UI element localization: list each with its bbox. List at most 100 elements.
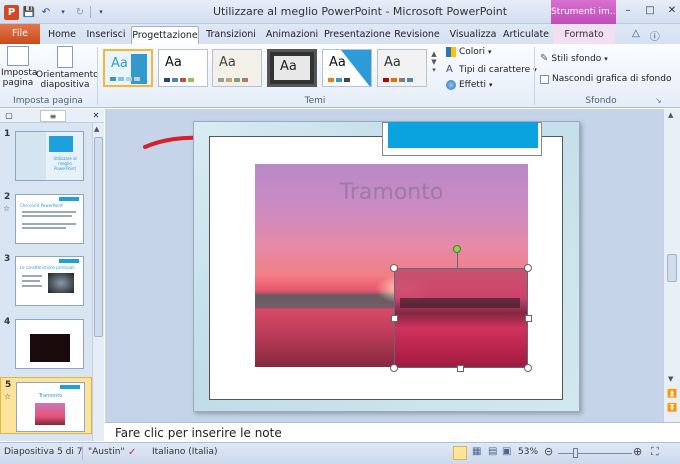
help-icon[interactable]: ⓘ	[650, 28, 660, 43]
zoom-level[interactable]: 53%	[518, 447, 538, 457]
tab-presentazione[interactable]: Presentazione	[324, 26, 391, 44]
group-separator	[534, 47, 535, 105]
close-icon[interactable]: ✕	[662, 2, 680, 18]
tab-file[interactable]: File	[0, 24, 40, 44]
theme-gallery-scroll[interactable]: ▲ ▼ ▾	[429, 50, 439, 88]
thumb-text-line	[22, 215, 72, 217]
undo-icon[interactable]: ↶	[39, 5, 53, 19]
slide-canvas[interactable]: Tramonto	[193, 121, 580, 412]
theme-sample-text: Aa	[280, 59, 297, 74]
resize-handle[interactable]	[390, 364, 398, 372]
language-status[interactable]: Italiano (Italia)	[152, 447, 218, 457]
tab-visualizza[interactable]: Visualizza	[446, 26, 500, 44]
resize-handle[interactable]	[391, 315, 398, 322]
thumb-text-line	[22, 211, 76, 213]
hide-background-graphics-label: Nascondi grafica di sfondo	[552, 74, 672, 84]
slides-tab-icon[interactable]: ▢	[2, 110, 16, 122]
scroll-up-icon[interactable]: ▲	[668, 111, 673, 119]
effects-button[interactable]: Effetti ▾	[446, 80, 493, 90]
checkbox-icon[interactable]	[540, 74, 549, 84]
resize-handle[interactable]	[525, 315, 532, 322]
context-tab-group-header: Strumenti im...	[551, 0, 616, 24]
minimize-ribbon-icon[interactable]: △	[632, 28, 640, 43]
resize-handle[interactable]	[524, 264, 532, 272]
slide-thumbnail[interactable]: Che cos'è PowerPoint	[15, 194, 84, 244]
previous-slide-icon[interactable]: ⏫	[667, 389, 677, 398]
dialog-launcher-icon[interactable]: ↘	[655, 96, 662, 105]
tab-formato[interactable]: Formato	[553, 26, 615, 44]
slide-sorter-view-icon[interactable]: ▦	[472, 446, 481, 457]
hide-background-graphics-checkbox[interactable]: Nascondi grafica di sfondo	[540, 74, 671, 84]
background-styles-label: Stili sfondo	[551, 53, 602, 64]
slide-thumbnail-row[interactable]: 3 Le caratteristiche principali	[0, 252, 92, 309]
theme-thumbnail[interactable]: Aa	[322, 49, 372, 87]
notes-pane[interactable]: Fare clic per inserire le note	[105, 422, 680, 442]
tab-transizioni[interactable]: Transizioni	[203, 26, 259, 44]
scroll-up-icon[interactable]: ▲	[431, 50, 436, 58]
outline-tab-icon[interactable]: ≡	[40, 110, 66, 122]
page-setup-button[interactable]: Imposta pagina	[1, 46, 37, 88]
zoom-slider-track[interactable]	[558, 453, 632, 454]
reading-view-icon[interactable]: ▤	[488, 446, 497, 457]
scrollbar-thumb[interactable]	[94, 137, 103, 337]
slides-panel: ▢ ≡ ✕ 1 Utilizzare al meglio PowerPoint …	[0, 109, 104, 447]
editor-vertical-scrollbar[interactable]: ▲ ▼ ⏫ ⏬	[663, 109, 680, 422]
tab-home[interactable]: Home	[44, 26, 80, 44]
gallery-more-icon[interactable]: ▾	[432, 66, 436, 74]
slide-number: 4	[4, 317, 11, 327]
zoom-in-icon[interactable]: ⊕	[633, 445, 642, 458]
rotation-handle[interactable]	[453, 245, 461, 253]
slide-thumbnail-row[interactable]: 1 Utilizzare al meglio PowerPoint	[0, 127, 92, 184]
colors-button[interactable]: Colori ▾	[446, 47, 492, 57]
close-panel-icon[interactable]: ✕	[90, 110, 102, 122]
minimize-icon[interactable]: –	[618, 2, 638, 18]
resize-handle[interactable]	[524, 364, 532, 372]
slide-title[interactable]: Tramonto	[255, 180, 528, 205]
scrollbar-thumb[interactable]	[667, 254, 677, 282]
thumb-text-line	[22, 285, 42, 287]
slide-thumbnail[interactable]: Utilizzare al meglio PowerPoint	[15, 131, 84, 181]
scroll-down-icon[interactable]: ▼	[431, 58, 436, 66]
tab-revisione[interactable]: Revisione	[391, 26, 443, 44]
tab-progettazione[interactable]: Progettazione	[131, 26, 199, 44]
theme-thumbnail[interactable]: Aa	[212, 49, 262, 87]
restore-icon[interactable]: □	[640, 2, 660, 18]
slides-panel-scrollbar[interactable]: ▲	[92, 123, 104, 441]
undo-dropdown-icon[interactable]: ▾	[56, 5, 70, 19]
theme-sample-text: Aa	[384, 55, 401, 70]
theme-sample-text: Aa	[165, 55, 182, 70]
zoom-out-icon[interactable]: ⊝	[544, 445, 553, 458]
theme-thumbnail[interactable]: Aa	[377, 49, 427, 87]
resize-handle[interactable]	[390, 264, 398, 272]
tab-articulate[interactable]: Articulate	[502, 26, 550, 44]
redo-icon[interactable]: ↻	[73, 5, 87, 19]
slide-thumbnail-row[interactable]: 5 ☆ Tramonto	[0, 377, 92, 434]
fit-to-window-icon[interactable]: ⛶	[651, 445, 659, 459]
tab-inserisci[interactable]: Inserisci	[84, 26, 128, 44]
proofing-icon[interactable]: ✓	[128, 447, 136, 458]
theme-thumbnail[interactable]: Aa	[158, 49, 208, 87]
orientation-icon	[57, 46, 73, 68]
resize-handle[interactable]	[457, 365, 464, 372]
scroll-up-icon[interactable]: ▲	[94, 125, 99, 133]
theme-thumbnail[interactable]: Aa	[267, 49, 317, 87]
notes-placeholder[interactable]: Fare clic per inserire le note	[115, 426, 282, 440]
zoom-slider-thumb[interactable]	[572, 448, 578, 458]
fonts-button[interactable]: A Tipi di carattere ▾	[446, 64, 537, 75]
slide-thumbnail-row[interactable]: 4	[0, 315, 92, 372]
slide-orientation-button[interactable]: Orientamento diapositiva	[36, 46, 99, 90]
background-styles-button[interactable]: ✎ Stili sfondo ▾	[540, 53, 608, 64]
customize-toolbar-icon[interactable]: ▾	[94, 5, 108, 19]
slide-thumbnail[interactable]	[15, 319, 84, 369]
scroll-down-icon[interactable]: ▼	[668, 375, 673, 383]
slideshow-view-icon[interactable]: ▣	[502, 446, 511, 457]
next-slide-icon[interactable]: ⏬	[667, 403, 677, 412]
normal-view-icon[interactable]	[453, 446, 467, 460]
powerpoint-app-icon[interactable]: P	[4, 4, 19, 20]
theme-thumbnail[interactable]: Aa	[103, 49, 153, 87]
tab-animazioni[interactable]: Animazioni	[262, 26, 322, 44]
slide-thumbnail[interactable]: Le caratteristiche principali	[15, 256, 84, 306]
slide-thumbnail-row[interactable]: 2 ☆ Che cos'è PowerPoint	[0, 190, 92, 247]
save-icon[interactable]: 💾	[22, 5, 36, 19]
slide-thumbnail[interactable]: Tramonto	[16, 382, 85, 432]
